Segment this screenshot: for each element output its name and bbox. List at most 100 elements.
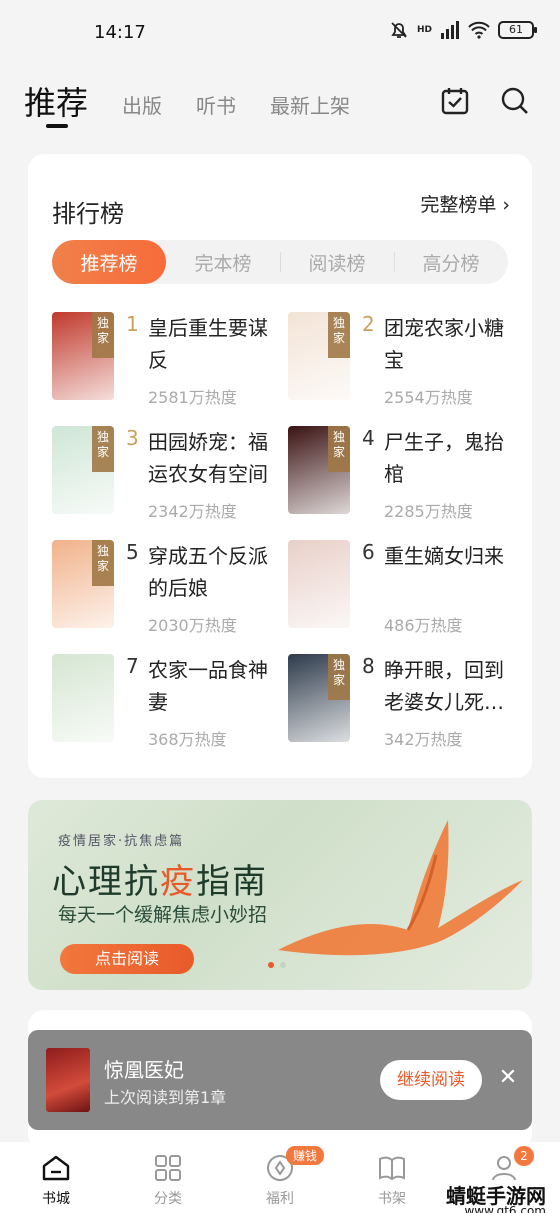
continue-reading-button[interactable]: 继续阅读 <box>380 1060 482 1100</box>
book-cover: 独家 <box>288 654 350 742</box>
continue-book-title: 惊凰医妃 <box>104 1058 184 1082</box>
book-rank: 3 <box>126 426 139 450</box>
book-heat: 2581万热度 <box>148 388 237 407</box>
exclusive-badge: 独家 <box>328 312 350 358</box>
tab-new-arrivals[interactable]: 最新上架 <box>270 90 350 119</box>
book-cover <box>52 654 114 742</box>
rank-tab-reading[interactable]: 阅读榜 <box>280 240 394 284</box>
book-title: 睁开眼，回到老婆女儿死… <box>384 658 504 714</box>
continue-progress: 上次阅读到第1章 <box>104 1088 227 1107</box>
book-cover <box>288 540 350 628</box>
book-rank: 5 <box>126 540 139 564</box>
mute-icon <box>391 22 407 38</box>
bottom-tab-label: 书架 <box>378 1191 406 1207</box>
promo-banner[interactable]: 疫情居家·抗焦虑篇 心理抗疫指南 每天一个缓解焦虑小妙招 点击阅读 <box>28 800 532 990</box>
banner-title: 心理抗疫指南 <box>52 854 268 903</box>
book-cover: 独家 <box>52 312 114 400</box>
book-rank: 7 <box>126 654 139 678</box>
tab-audiobook[interactable]: 听书 <box>196 90 236 119</box>
bottom-tab-bookshelf[interactable]: 书架 <box>352 1152 432 1208</box>
book-cover: 独家 <box>288 312 350 400</box>
tab-recommend[interactable]: 推荐 <box>24 78 88 124</box>
book-heat: 2285万热度 <box>384 502 473 521</box>
banner-subtitle: 疫情居家·抗焦虑篇 <box>58 834 185 849</box>
status-icons: HD 61 <box>389 20 537 40</box>
book-icon <box>379 1156 405 1181</box>
ranking-book-item[interactable]: 独家 4 尸生子，鬼抬棺 2285万热度 <box>288 426 518 526</box>
book-cover: 独家 <box>52 540 114 628</box>
tab-publish[interactable]: 出版 <box>122 90 162 119</box>
wifi-icon <box>468 21 490 39</box>
book-cover: 独家 <box>288 426 350 514</box>
home-icon <box>42 1155 70 1181</box>
banner-title-part2: 指南 <box>196 862 268 902</box>
ranking-book-item[interactable]: 独家 5 穿成五个反派的后娘 2030万热度 <box>52 540 282 640</box>
book-title: 重生嫡女归来 <box>384 544 504 568</box>
cover-art <box>52 654 114 742</box>
banner-pagination <box>268 962 286 968</box>
exclusive-badge: 独家 <box>92 426 114 472</box>
bottom-tab-category[interactable]: 分类 <box>128 1152 208 1208</box>
rank-tab-high-score[interactable]: 高分榜 <box>394 240 508 284</box>
ranking-book-item[interactable]: 独家 8 睁开眼，回到老婆女儿死… 342万热度 <box>288 654 518 754</box>
book-rank: 4 <box>362 426 375 450</box>
close-icon[interactable]: ✕ <box>496 1066 520 1090</box>
continue-book-cover <box>46 1048 90 1112</box>
network-label: HD <box>416 25 432 35</box>
watermark: 蜻蜓手游网 www.qt6.com <box>446 1180 546 1213</box>
ranking-book-item[interactable]: 7 农家一品食神妻 368万热度 <box>52 654 282 754</box>
book-heat: 2342万热度 <box>148 502 237 521</box>
banner-cta-button[interactable]: 点击阅读 <box>60 944 194 974</box>
ranking-tabs: 推荐榜 完本榜 阅读榜 高分榜 <box>52 240 508 284</box>
book-title: 皇后重生要谋反 <box>148 316 268 372</box>
book-heat: 368万热度 <box>148 730 227 749</box>
book-cover: 独家 <box>52 426 114 514</box>
ranking-book-item[interactable]: 独家 2 团宠农家小糖宝 2554万热度 <box>288 312 518 412</box>
earn-badge: 赚钱 <box>286 1146 325 1165</box>
book-heat: 2554万热度 <box>384 388 473 407</box>
chevron-right-icon: › <box>502 194 510 216</box>
continue-reading-bar[interactable]: 惊凰医妃 上次阅读到第1章 继续阅读 ✕ <box>28 1030 532 1130</box>
calendar-check-icon[interactable] <box>440 86 470 116</box>
banner-dot <box>268 962 274 968</box>
active-tab-indicator <box>46 124 68 128</box>
banner-title-part1: 心理抗 <box>52 862 160 902</box>
book-rank: 6 <box>362 540 375 564</box>
book-title: 尸生子，鬼抬棺 <box>384 430 504 486</box>
book-title: 农家一品食神妻 <box>148 658 268 714</box>
status-time: 14:17 <box>94 22 146 43</box>
top-nav: 推荐 出版 听书 最新上架 <box>0 76 560 136</box>
ranking-title: 排行榜 <box>52 200 124 228</box>
bottom-tab-label: 书城 <box>42 1191 70 1207</box>
bottom-tab-label: 分类 <box>154 1191 182 1207</box>
book-rank: 1 <box>126 312 139 336</box>
bottom-tab-bookstore[interactable]: 书城 <box>16 1152 96 1208</box>
watermark-url: www.qt6.com <box>464 1204 546 1213</box>
book-rank: 8 <box>362 654 375 678</box>
ranking-card: 排行榜 完整榜单 › 推荐榜 完本榜 阅读榜 高分榜 独家 1 皇后重生要谋反 258… <box>28 154 532 778</box>
banner-dot <box>280 962 286 968</box>
grid-icon <box>155 1155 181 1181</box>
book-title: 穿成五个反派的后娘 <box>148 544 268 600</box>
full-ranking-link[interactable]: 完整榜单 › <box>420 190 510 217</box>
search-icon[interactable] <box>500 86 530 116</box>
ranking-book-item[interactable]: 独家 3 田园娇宠：福运农女有空间 2342万热度 <box>52 426 282 526</box>
exclusive-badge: 独家 <box>328 654 350 700</box>
rank-tab-recommend[interactable]: 推荐榜 <box>52 240 166 284</box>
ranking-book-item[interactable]: 6 重生嫡女归来 486万热度 <box>288 540 518 640</box>
battery-icon: 61 <box>498 21 537 39</box>
full-ranking-label: 完整榜单 <box>420 194 497 216</box>
book-heat: 2030万热度 <box>148 616 237 635</box>
book-heat: 486万热度 <box>384 616 463 635</box>
ranking-book-item[interactable]: 独家 1 皇后重生要谋反 2581万热度 <box>52 312 282 412</box>
bottom-tab-label: 福利 <box>266 1191 294 1207</box>
book-title: 田园娇宠：福运农女有空间 <box>148 430 268 486</box>
bird-illustration <box>278 820 523 956</box>
cover-art <box>288 540 350 628</box>
rank-tab-completed[interactable]: 完本榜 <box>166 240 280 284</box>
exclusive-badge: 独家 <box>92 312 114 358</box>
exclusive-badge: 独家 <box>328 426 350 472</box>
banner-title-highlight: 疫 <box>160 862 196 902</box>
exclusive-badge: 独家 <box>92 540 114 586</box>
banner-slogan: 每天一个缓解焦虑小妙招 <box>58 904 268 926</box>
